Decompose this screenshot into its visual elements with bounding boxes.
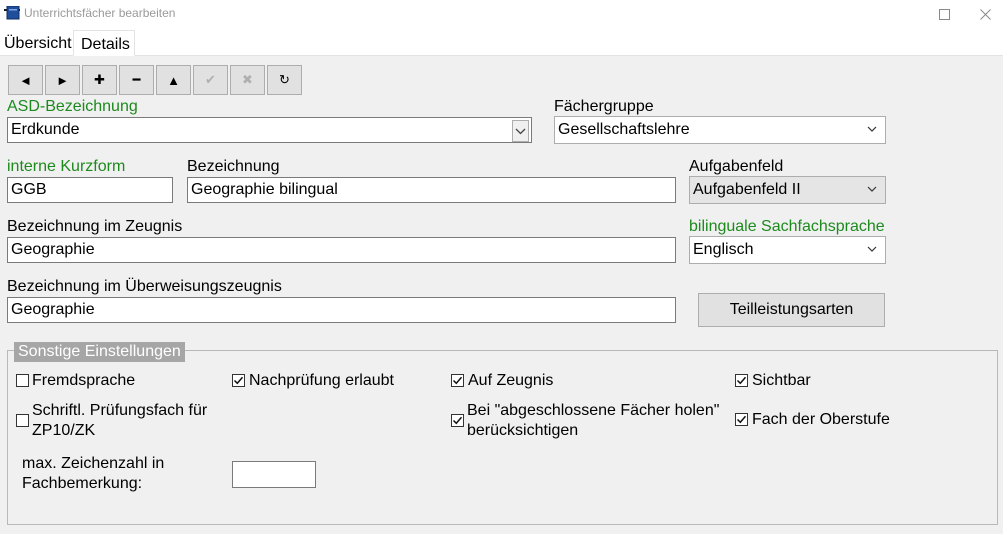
triangle-left-icon: ◄ (19, 72, 32, 88)
chevron-down-icon (867, 126, 877, 132)
next-record-button[interactable]: ► (45, 65, 80, 95)
checkmark-icon (736, 376, 747, 385)
chevron-down-icon (867, 246, 877, 252)
tab-strip (0, 28, 1003, 56)
sprache-select[interactable]: Englisch (689, 236, 886, 264)
bezeichnung-input[interactable]: Geographie bilingual (187, 177, 676, 203)
chevron-down-icon (867, 186, 877, 192)
triangle-up-icon: ▲ (167, 72, 180, 88)
checkmark-icon (452, 376, 463, 385)
first-record-button[interactable]: ◄ (8, 65, 43, 95)
checkmark-icon (736, 415, 747, 424)
minus-icon: ━ (132, 72, 141, 87)
abgeschlossen-checkbox[interactable] (451, 414, 464, 427)
max-zeichen-label-line2: Fachbemerkung: (22, 475, 143, 492)
kurzform-input[interactable]: GGB (7, 177, 173, 203)
kurzform-label: interne Kurzform (7, 158, 126, 175)
pruefungsfach-label-line1: Schriftl. Prüfungsfach für (32, 402, 208, 419)
nachpruefung-label: Nachprüfung erlaubt (249, 372, 394, 389)
add-button[interactable]: ✚ (82, 65, 117, 95)
fremdsprache-checkbox[interactable] (16, 374, 29, 387)
asd-label: ASD-Bezeichnung (7, 98, 138, 115)
auf-zeugnis-checkbox[interactable] (451, 374, 464, 387)
auf-zeugnis-label: Auf Zeugnis (468, 372, 554, 389)
fremdsprache-label: Fremdsprache (32, 372, 136, 389)
nachpruefung-checkbox[interactable] (232, 374, 245, 387)
close-icon (979, 8, 991, 20)
pruefungsfach-label-line2: ZP10/ZK (32, 422, 96, 439)
max-zeichen-label-line1: max. Zeichenzahl in (22, 455, 165, 472)
checkmark-icon (452, 416, 463, 425)
abgeschlossen-label-line1: Bei "abgeschlossene Fächer holen" (467, 402, 720, 419)
ueberweisung-label: Bezeichnung im Überweisungszeugnis (7, 278, 282, 295)
abgeschlossen-label: Bei "abgeschlossene Fächer holen" berück… (467, 401, 719, 441)
oberstufe-checkbox[interactable] (735, 413, 748, 426)
refresh-button[interactable]: ↻ (267, 65, 302, 95)
dropdown-button[interactable] (512, 120, 529, 142)
asd-value: Erdkunde (11, 121, 80, 138)
aufgabenfeld-label: Aufgabenfeld (689, 158, 784, 175)
confirm-button[interactable]: ✔ (193, 65, 228, 95)
delete-button[interactable]: ━ (119, 65, 154, 95)
sichtbar-label: Sichtbar (752, 372, 811, 389)
checkmark-icon (233, 376, 244, 385)
checkmark-icon: ✔ (205, 72, 216, 87)
max-zeichen-input[interactable] (232, 461, 316, 488)
refresh-icon: ↻ (279, 72, 290, 87)
tab-uebersicht[interactable]: Übersicht (1, 30, 75, 56)
plus-icon: ✚ (94, 72, 105, 87)
aufgabenfeld-value: Aufgabenfeld II (693, 181, 801, 198)
aufgabenfeld-select[interactable]: Aufgabenfeld II (689, 176, 886, 204)
maximize-icon (938, 8, 950, 20)
app-icon (4, 5, 20, 20)
bezeichnung-label: Bezeichnung (187, 158, 280, 175)
sprache-value: Englisch (693, 241, 754, 258)
maximize-button[interactable] (921, 0, 967, 28)
close-button[interactable] (967, 0, 1003, 28)
cross-icon: ✖ (242, 72, 253, 87)
faechergruppe-label: Fächergruppe (554, 98, 654, 115)
max-zeichen-label: max. Zeichenzahl in Fachbemerkung: (22, 454, 164, 494)
zeugnis-label: Bezeichnung im Zeugnis (7, 218, 183, 235)
ueberweisung-input[interactable]: Geographie (7, 297, 676, 323)
chevron-down-icon (515, 128, 526, 135)
pruefungsfach-label: Schriftl. Prüfungsfach für ZP10/ZK (32, 401, 207, 441)
oberstufe-label: Fach der Oberstufe (752, 411, 890, 428)
asd-select[interactable]: Erdkunde (7, 117, 532, 143)
faechergruppe-select[interactable]: Gesellschaftslehre (554, 116, 886, 144)
window-title: Unterrichtsfächer bearbeiten (24, 6, 176, 20)
abgeschlossen-label-line2: berücksichtigen (467, 422, 579, 439)
sprache-label: bilinguale Sachfachsprache (689, 218, 885, 235)
sichtbar-checkbox[interactable] (735, 374, 748, 387)
teilleistungsarten-button[interactable]: Teilleistungsarten (698, 293, 885, 327)
group-title: Sonstige Einstellungen (14, 342, 185, 362)
triangle-right-icon: ► (56, 72, 69, 88)
cancel-button[interactable]: ✖ (230, 65, 265, 95)
pruefungsfach-checkbox[interactable] (16, 414, 29, 427)
tab-details[interactable]: Details (73, 30, 135, 56)
zeugnis-input[interactable]: Geographie (7, 237, 676, 263)
faechergruppe-value: Gesellschaftslehre (558, 121, 690, 138)
move-up-button[interactable]: ▲ (156, 65, 191, 95)
